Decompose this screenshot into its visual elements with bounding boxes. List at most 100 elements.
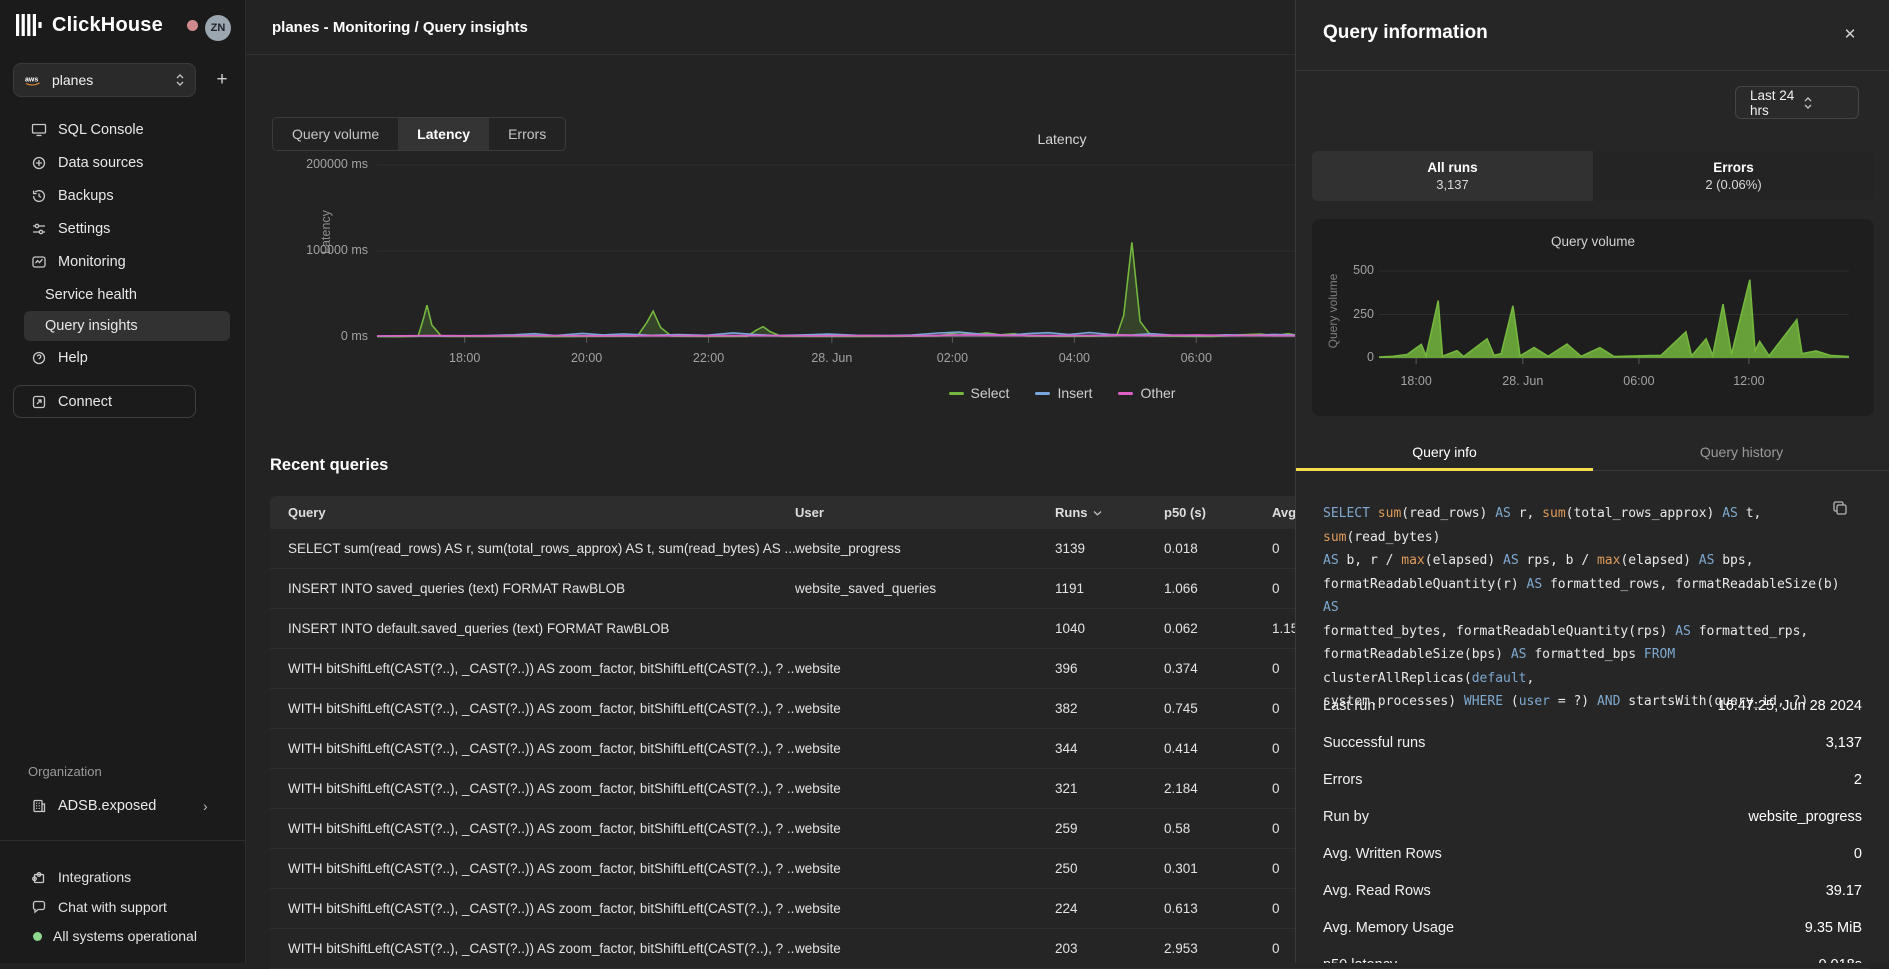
stat-row: Avg. Written Rows0	[1323, 835, 1862, 872]
time-range-select[interactable]: Last 24 hrs	[1735, 86, 1859, 119]
tab-query-info[interactable]: Query info	[1296, 437, 1593, 470]
data-sources-icon	[30, 154, 47, 171]
legend-item[interactable]: Other	[1118, 385, 1175, 401]
sidebar-item-service-health[interactable]: Service health	[0, 278, 246, 311]
tab-query-volume[interactable]: Query volume	[273, 118, 398, 150]
cell-p50: 0.414	[1164, 741, 1272, 756]
tab-query-history[interactable]: Query history	[1593, 437, 1889, 470]
sidebar-item-label: Service health	[45, 287, 137, 303]
cell-p50: 2.184	[1164, 781, 1272, 796]
cell-p50: 0.58	[1164, 821, 1272, 836]
segment-value: 2 (0.06%)	[1705, 177, 1761, 192]
cell-user: website	[795, 781, 1055, 796]
tab-errors[interactable]: Errors	[489, 118, 565, 150]
cell-p50: 0.301	[1164, 861, 1272, 876]
brand: ClickHouse	[16, 13, 198, 37]
latency-chart-title: Latency	[1022, 131, 1102, 147]
tab-latency[interactable]: Latency	[398, 118, 489, 150]
y-tick-label: 0	[1367, 350, 1374, 364]
clickhouse-logo-icon	[16, 13, 42, 37]
sidebar-item-help[interactable]: Help	[0, 341, 246, 374]
sidebar-item-label: SQL Console	[58, 122, 144, 138]
cell-p50: 0.745	[1164, 701, 1272, 716]
stat-label: Avg. Read Rows	[1323, 883, 1431, 899]
cell-user: website_saved_queries	[795, 581, 1055, 596]
sidebar-item-label: Help	[58, 350, 88, 366]
cell-runs: 224	[1055, 901, 1164, 916]
cell-query: WITH bitShiftLeft(CAST(?..), _CAST(?..))…	[288, 901, 795, 916]
cell-user: website	[795, 741, 1055, 756]
cell-runs: 203	[1055, 941, 1164, 956]
col-header-query[interactable]: Query	[288, 505, 795, 520]
sidebar-item-label: Backups	[58, 188, 114, 204]
stat-row: Last run16:47:25, Jun 28 2024	[1323, 687, 1862, 724]
y-tick-label: 500	[1353, 263, 1374, 277]
stat-label: Avg. Written Rows	[1323, 846, 1442, 862]
cell-user: website	[795, 821, 1055, 836]
copy-icon[interactable]	[1832, 500, 1850, 518]
chevron-right-icon: ›	[203, 798, 208, 814]
sidebar-item-chat-support[interactable]: Chat with support	[0, 892, 246, 922]
cell-p50: 1.066	[1164, 581, 1272, 596]
segment-all-runs[interactable]: All runs 3,137	[1312, 151, 1593, 201]
connect-icon	[30, 393, 47, 410]
stat-label: Last run	[1323, 698, 1375, 714]
sidebar-item-monitoring[interactable]: Monitoring	[0, 245, 246, 278]
console-icon	[30, 121, 47, 138]
organization-switcher[interactable]: ADSB.exposed ›	[0, 790, 246, 822]
volume-chart[interactable]	[1379, 260, 1849, 372]
footer-item-label: Integrations	[58, 869, 131, 885]
connect-label: Connect	[58, 394, 112, 410]
segment-errors[interactable]: Errors 2 (0.06%)	[1593, 151, 1874, 201]
x-tick-label: 22:00	[693, 351, 724, 365]
cell-p50: 0.374	[1164, 661, 1272, 676]
svg-text:aws: aws	[25, 76, 38, 83]
stat-value: 3,137	[1826, 735, 1862, 751]
sidebar-item-label: Settings	[58, 221, 110, 237]
x-tick-label: 04:00	[1059, 351, 1090, 365]
x-tick-label: 28. Jun	[811, 351, 852, 365]
cell-query: INSERT INTO default.saved_queries (text)…	[288, 621, 795, 636]
cell-query: INSERT INTO saved_queries (text) FORMAT …	[288, 581, 795, 596]
sidebar-item-data-sources[interactable]: Data sources	[0, 146, 246, 179]
stat-value: 2	[1854, 772, 1862, 788]
col-header-runs[interactable]: Runs	[1055, 505, 1164, 520]
sidebar-item-sql-console[interactable]: SQL Console	[0, 113, 246, 146]
col-header-user[interactable]: User	[795, 505, 1055, 520]
col-header-p50[interactable]: p50 (s)	[1164, 505, 1272, 520]
sidebar-item-backups[interactable]: Backups	[0, 179, 246, 212]
segment-value: 3,137	[1436, 177, 1469, 192]
service-select[interactable]: aws planes	[13, 63, 196, 97]
puzzle-icon	[30, 869, 47, 886]
add-service-button[interactable]: +	[210, 68, 234, 92]
y-tick-label: 200000 ms	[306, 157, 368, 171]
chevron-updown-icon	[1803, 96, 1848, 110]
avatar[interactable]: ZN	[205, 15, 231, 41]
connect-button[interactable]: Connect	[13, 385, 196, 418]
system-status[interactable]: All systems operational	[0, 921, 246, 951]
sidebar-item-label: Monitoring	[58, 254, 126, 270]
sidebar-item-integrations[interactable]: Integrations	[0, 862, 246, 892]
volume-x-tick-labels: 18:0028. Jun06:0012:00	[1379, 374, 1849, 390]
monitoring-icon	[30, 253, 47, 270]
brand-name: ClickHouse	[52, 14, 163, 37]
sidebar-item-settings[interactable]: Settings	[0, 212, 246, 245]
organization-name: ADSB.exposed	[58, 798, 156, 814]
cell-runs: 1191	[1055, 581, 1164, 596]
close-icon[interactable]: ✕	[1839, 23, 1861, 45]
cell-query: WITH bitShiftLeft(CAST(?..), _CAST(?..))…	[288, 861, 795, 876]
legend-item[interactable]: Select	[949, 385, 1010, 401]
cell-runs: 382	[1055, 701, 1164, 716]
cell-user: website	[795, 861, 1055, 876]
sliders-icon	[30, 220, 47, 237]
stat-row: Successful runs3,137	[1323, 724, 1862, 761]
stat-row: Errors 2	[1323, 761, 1862, 798]
cell-runs: 3139	[1055, 541, 1164, 556]
legend-item[interactable]: Insert	[1035, 385, 1092, 401]
legend-swatch-icon	[1035, 392, 1050, 395]
stat-label: p50 latency	[1323, 957, 1397, 964]
cell-query: WITH bitShiftLeft(CAST(?..), _CAST(?..))…	[288, 701, 795, 716]
x-tick-label: 06:00	[1623, 374, 1654, 388]
stat-label: Errors	[1323, 772, 1362, 788]
sidebar-item-query-insights[interactable]: Query insights	[24, 311, 230, 341]
